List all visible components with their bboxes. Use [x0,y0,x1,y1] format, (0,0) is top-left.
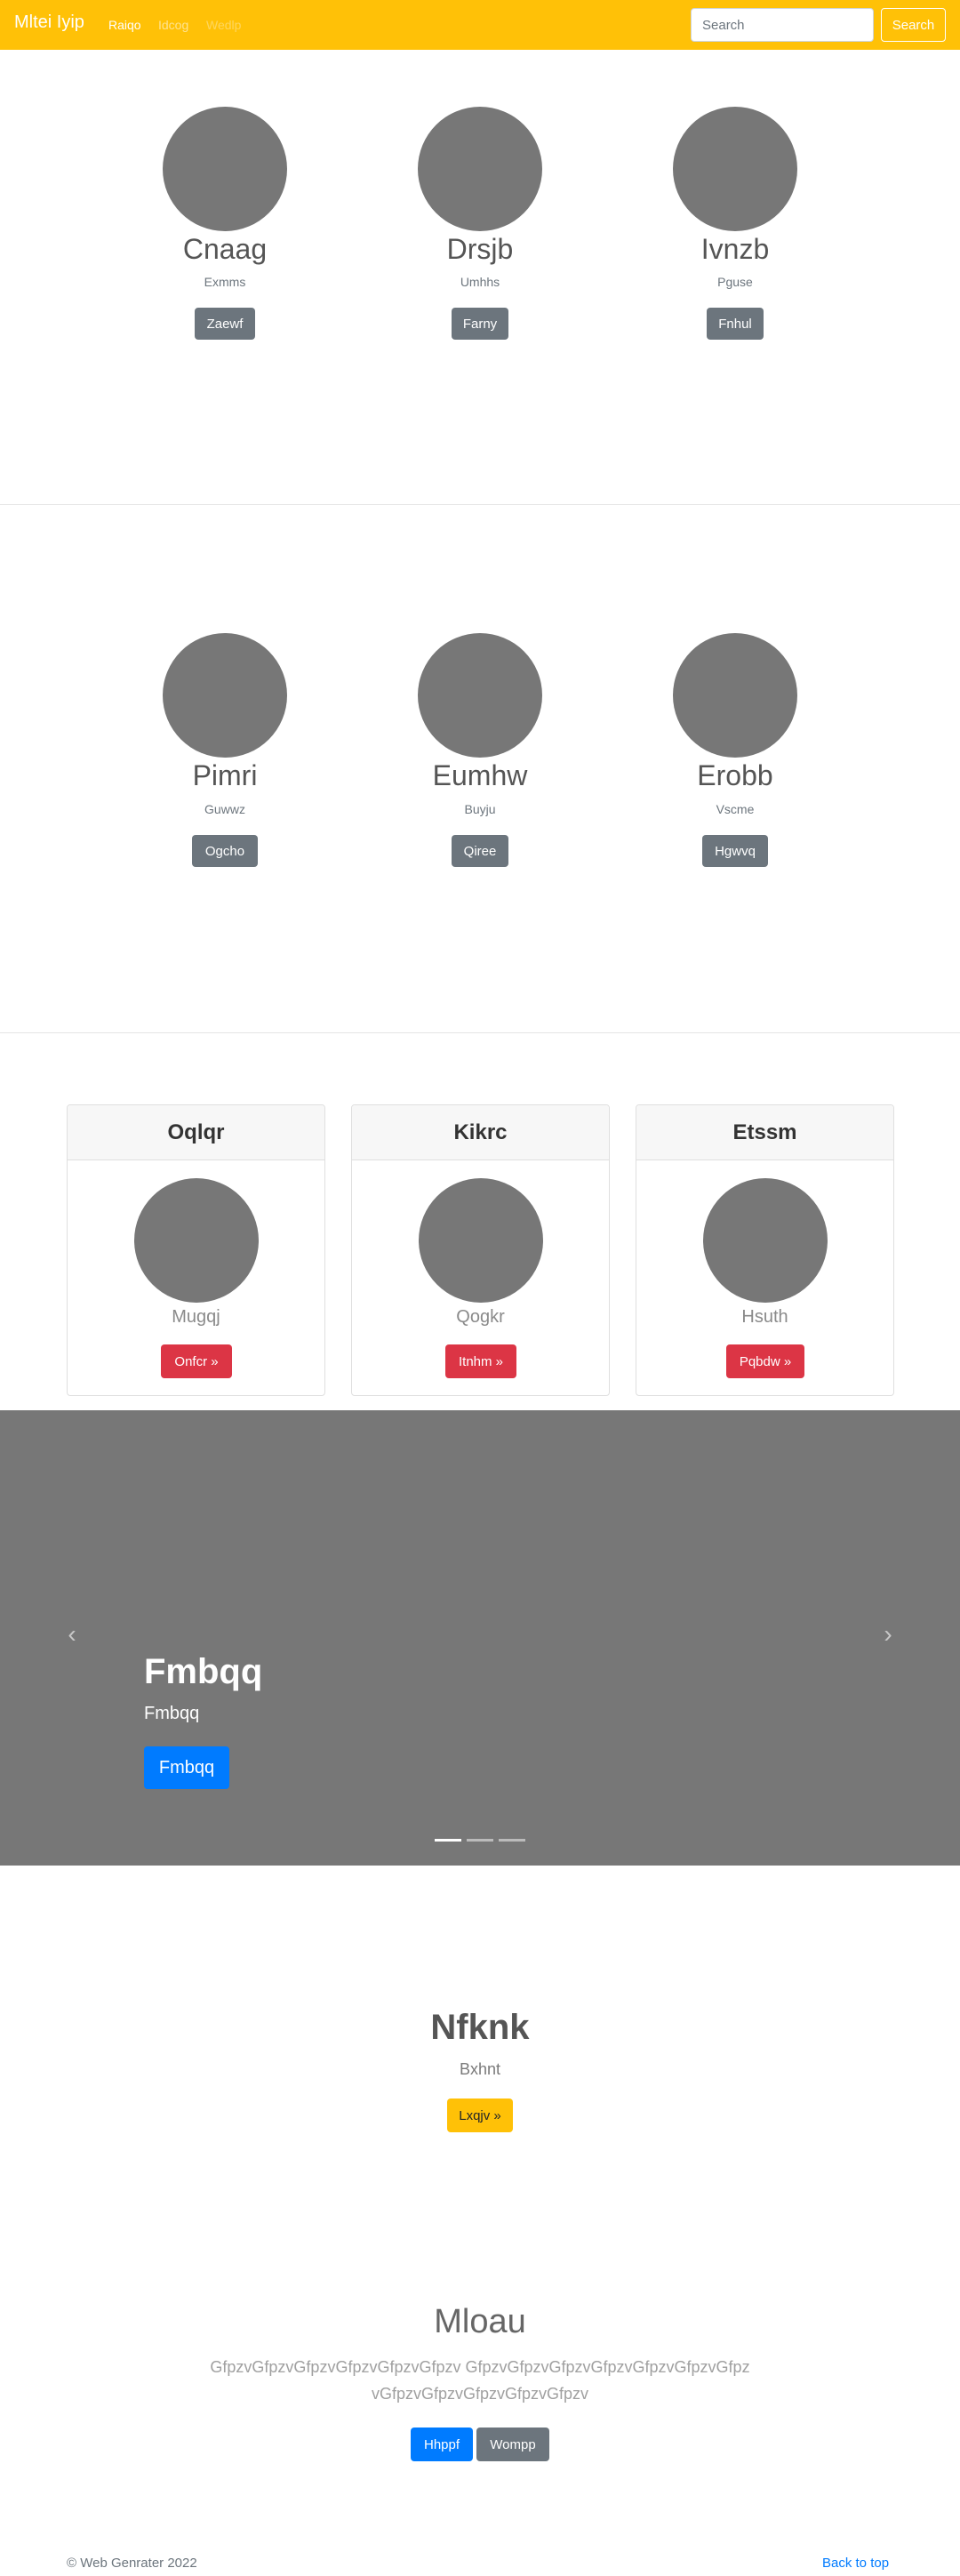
primary-button[interactable]: Hhppf [411,2428,473,2461]
card-subtitle: Hsuth [741,1307,788,1327]
brand-logo[interactable]: Mltei Iyip [14,12,84,33]
avatar [673,107,797,231]
carousel-indicator[interactable] [435,1839,461,1842]
secondary-button[interactable]: Wompp [476,2428,549,2461]
avatar [163,107,287,231]
profile-subtitle: Exmms [204,275,246,289]
divider [0,504,960,505]
profile-name: Eumhw [432,759,528,791]
nav-link-idcog[interactable]: Idcog [158,18,188,32]
divider [0,1032,960,1033]
hero-title: Nfknk [430,2008,530,2047]
profile-button[interactable]: Hgwvq [702,835,768,867]
card-avatar [419,1178,543,1303]
profile-button[interactable]: Farny [452,308,508,340]
nav-link-wedlp[interactable]: Wedlp [206,18,241,32]
profile-name: Cnaag [182,233,268,265]
carousel-subtitle: Fmbqq [144,1704,200,1723]
card: Kikrc Qogkr Itnhm » [351,1104,610,1396]
search-input[interactable] [691,8,874,42]
card-header: Etssm [636,1105,893,1160]
carousel-indicator[interactable] [499,1839,525,1842]
card-header: Oqlqr [68,1105,324,1160]
profile-button[interactable]: Fnhul [707,308,764,340]
profile-name: Pimri [192,759,258,791]
carousel-button[interactable]: Fmbqq [144,1746,229,1789]
profile-subtitle: Guwwz [204,802,245,816]
card-subtitle: Qogkr [456,1307,505,1327]
avatar [418,107,542,231]
profile-subtitle: Umhhs [460,275,500,289]
section-title: Mloau [434,2303,526,2340]
section-text: GfpzvGfpzvGfpzvGfpzvGfpzvGfpzv GfpzvGfpz… [210,2358,750,2403]
carousel-next-icon[interactable]: › [877,1622,899,1647]
card-header: Kikrc [352,1105,609,1160]
card-button[interactable]: Pqbdw » [726,1344,804,1378]
profile-subtitle: Buyju [464,802,496,816]
profile-subtitle: Vscme [716,802,755,816]
carousel-indicator[interactable] [467,1839,493,1842]
profile-button[interactable]: Zaewf [195,308,255,340]
profile-subtitle: Pguse [717,275,753,289]
profile-name: Ivnzb [700,233,770,265]
card-button[interactable]: Onfcr » [161,1344,232,1378]
avatar [673,633,797,758]
carousel-title: Fmbqq [144,1652,263,1691]
carousel: ‹ › Fmbqq Fmbqq Fmbqq [0,1410,960,1866]
profile-button[interactable]: Ogcho [192,835,258,867]
profile-button[interactable]: Qiree [452,835,508,867]
copyright-text: © Web Genrater 2022 [67,2556,197,2571]
nav-link-raiqo[interactable]: Raiqo [108,18,141,32]
card-avatar [134,1178,259,1303]
search-button[interactable]: Search [881,8,946,42]
profile-name: Erobb [697,759,773,791]
hero-button[interactable]: Lxqjv » [447,2099,513,2132]
card-avatar [703,1178,828,1303]
carousel-prev-icon[interactable]: ‹ [61,1622,83,1647]
avatar [418,633,542,758]
card-button[interactable]: Itnhm » [445,1344,516,1378]
profile-name: Drsjb [446,233,514,265]
card: Etssm Hsuth Pqbdw » [636,1104,894,1396]
card-subtitle: Mugqj [172,1307,220,1327]
back-to-top-link[interactable]: Back to top [822,2556,889,2571]
hero-subtitle: Bxhnt [459,2060,501,2078]
card: Oqlqr Mugqj Onfcr » [67,1104,325,1396]
avatar [163,633,287,758]
navbar: Mltei Iyip Raiqo Idcog Wedlp Search [0,0,960,50]
